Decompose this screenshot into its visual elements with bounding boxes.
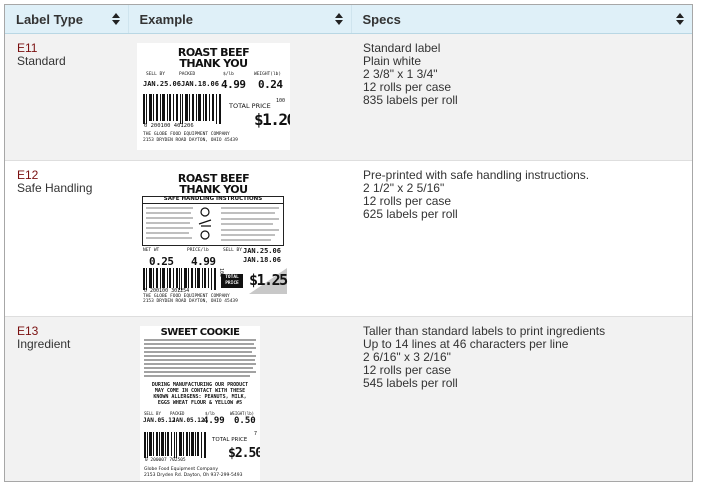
label-types-table: Label Type Example Specs E11 Standard RO… (5, 5, 692, 481)
example-cell: ROAST BEEF THANK YOU SAFE HANDLING INSTR… (128, 160, 351, 317)
table-row: E13 Ingredient SWEET COOKIE DURING MANUF… (5, 316, 692, 481)
label-type-name: Ingredient (17, 337, 71, 351)
ingredient-label-image: SWEET COOKIE DURING MANUFACTURING OUR PR… (140, 326, 260, 481)
specs-cell: Taller than standard labels to print ing… (351, 316, 692, 481)
label-type-name: Standard (17, 54, 66, 68)
safe-handling-label-image: ROAST BEEF THANK YOU SAFE HANDLING INSTR… (137, 170, 290, 307)
ingredients-text-block (144, 339, 256, 377)
column-header-label-type[interactable]: Label Type (5, 5, 128, 34)
sort-icon[interactable] (334, 13, 343, 25)
sort-icon[interactable] (111, 13, 120, 25)
specs-cell: Standard label Plain white 2 3/8" x 1 3/… (351, 33, 692, 161)
safe-handling-instructions-graphic (146, 206, 279, 240)
label-type-cell: E13 Ingredient (5, 316, 128, 481)
barcode (143, 268, 216, 290)
label-type-cell: E12 Safe Handling (5, 160, 128, 317)
safe-handling-box: SAFE HANDLING INSTRUCTIONS (142, 196, 284, 246)
label-type-cell: E11 Standard (5, 33, 128, 161)
sort-icon[interactable] (676, 13, 684, 25)
table-row: E11 Standard ROAST BEEF THANK YOU SELL B… (5, 33, 692, 161)
total-price-box: TOTAL PRICE (221, 274, 243, 288)
barcode (144, 432, 206, 458)
table-header-row: Label Type Example Specs (5, 5, 692, 34)
example-cell: ROAST BEEF THANK YOU SELL BY PACKED $/lb… (128, 33, 351, 161)
example-cell: SWEET COOKIE DURING MANUFACTURING OUR PR… (128, 316, 351, 481)
standard-label-image: ROAST BEEF THANK YOU SELL BY PACKED $/lb… (137, 43, 290, 150)
column-header-example[interactable]: Example (127, 5, 351, 34)
label-type-name: Safe Handling (17, 181, 93, 195)
label-types-table-frame: Label Type Example Specs E11 Standard RO… (4, 4, 693, 482)
allergen-statement: DURING MANUFACTURING OUR PRODUCT MAY COM… (151, 382, 249, 406)
specs-cell: Pre-printed with safe handling instructi… (351, 160, 692, 317)
column-header-specs[interactable]: Specs (350, 5, 692, 34)
table-row: E12 Safe Handling ROAST BEEF THANK YOU S… (5, 160, 692, 317)
